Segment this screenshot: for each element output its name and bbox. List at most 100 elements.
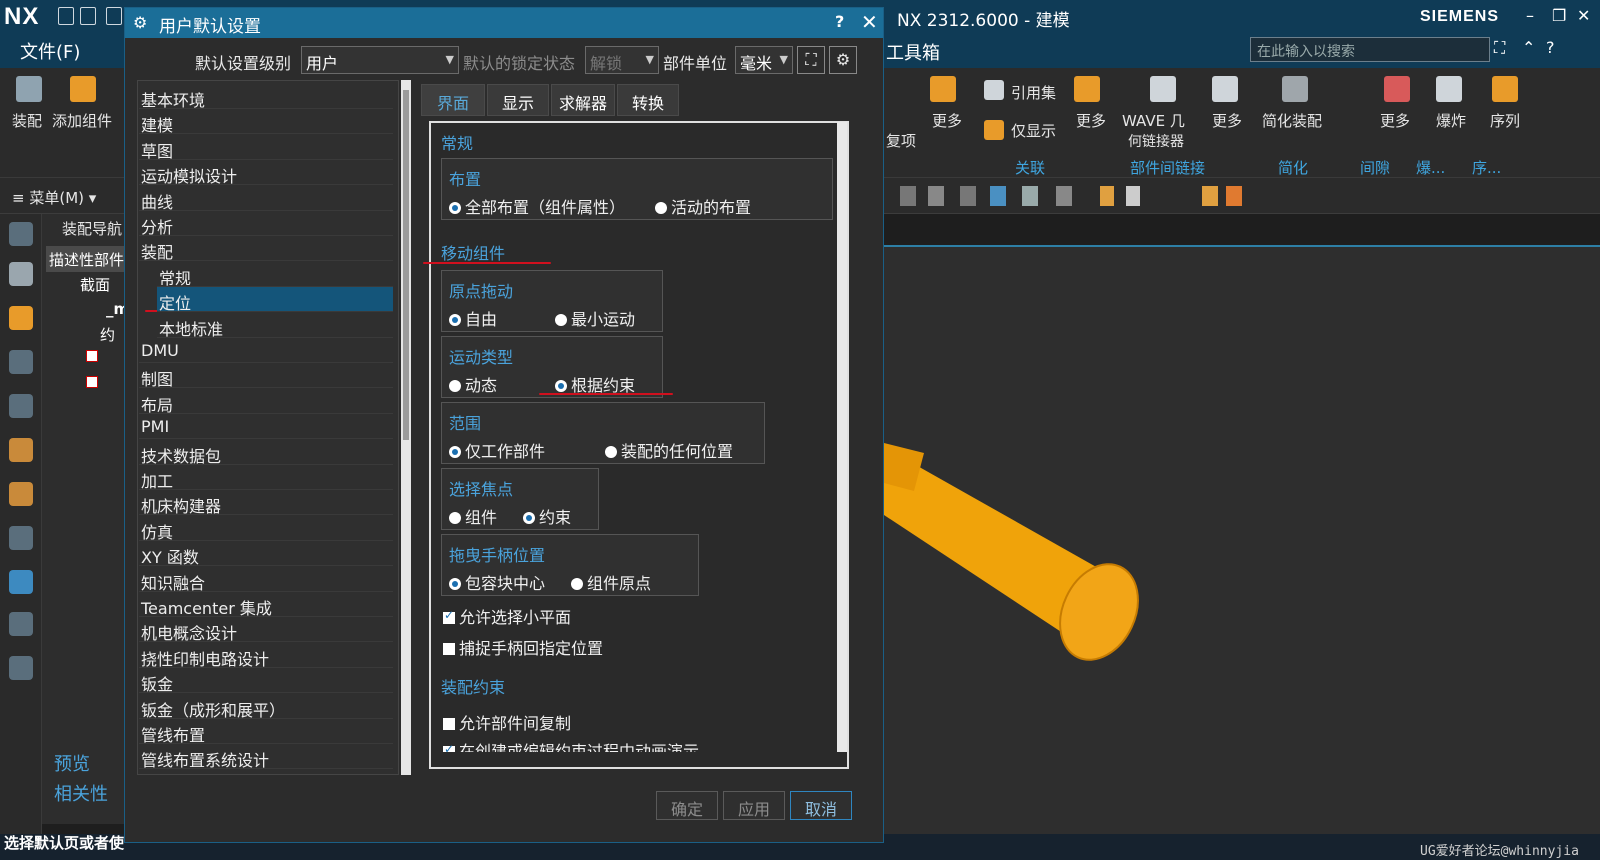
sequence-icon[interactable]: [1492, 76, 1518, 102]
save-icon[interactable]: [106, 7, 122, 25]
layout-active-radio[interactable]: 活动的布置: [655, 194, 751, 218]
simplify-assembly-icon[interactable]: [1282, 76, 1308, 102]
tree-item[interactable]: PMI: [139, 414, 393, 440]
group-simplify[interactable]: 简化: [1278, 157, 1308, 178]
wave-geometry-linker-button[interactable]: WAVE 几: [1122, 110, 1185, 131]
tree-item[interactable]: 机电概念设计: [139, 617, 393, 643]
tree-item[interactable]: 加工: [139, 465, 393, 491]
tree-item[interactable]: 分析: [139, 211, 393, 237]
tab-interface[interactable]: 界面: [421, 84, 485, 116]
ribbon-more-3[interactable]: 更多: [1212, 110, 1242, 131]
ribbon-item-repeat[interactable]: 复项: [886, 130, 916, 151]
minimize-icon[interactable]: –: [1526, 6, 1534, 25]
handle-bbox-center-radio[interactable]: 包容块中心: [449, 570, 545, 594]
nav-section-preview[interactable]: 预览: [54, 750, 90, 776]
tree-item[interactable]: 装配: [139, 236, 393, 262]
assembly-icon[interactable]: [16, 76, 42, 102]
reuse-library-icon[interactable]: [9, 394, 33, 418]
assembly-navigator-icon[interactable]: [9, 262, 33, 286]
history-icon[interactable]: [9, 526, 33, 550]
ribbon-more-2[interactable]: 更多: [1076, 110, 1106, 131]
tree-item[interactable]: 挠性印制电路设计: [139, 643, 393, 669]
view-tools-strip[interactable]: [900, 186, 1140, 206]
group-sequence[interactable]: 序...: [1472, 157, 1501, 178]
clock-icon[interactable]: [9, 612, 33, 636]
ok-button[interactable]: 确定: [656, 791, 718, 820]
close-window-icon[interactable]: ✕: [1577, 6, 1590, 25]
reference-set-icon[interactable]: [984, 80, 1004, 100]
scope-anywhere-radio[interactable]: 装配的任何位置: [605, 438, 733, 462]
simplify-assembly-button[interactable]: 简化装配: [1262, 110, 1322, 131]
roles-icon[interactable]: [9, 656, 33, 680]
tree-item[interactable]: 机床构建器: [139, 490, 393, 516]
cancel-button[interactable]: 取消: [790, 791, 852, 820]
part-navigator-icon[interactable]: [9, 350, 33, 374]
group-explode[interactable]: 爆...: [1416, 157, 1445, 178]
clearance-icon[interactable]: [1384, 76, 1410, 102]
new-file-icon[interactable]: [58, 7, 74, 25]
allow-interpart-copy-checkbox[interactable]: 允许部件间复制: [443, 710, 571, 734]
level-select[interactable]: 用户 ▼: [301, 46, 459, 74]
tree-item[interactable]: 运动模拟设计: [139, 160, 393, 186]
origin-minimal-radio[interactable]: 最小运动: [555, 306, 635, 330]
allow-facet-checkbox[interactable]: 允许选择小平面: [443, 604, 571, 628]
component-checkbox[interactable]: [86, 350, 98, 362]
handle-origin-radio[interactable]: 组件原点: [571, 570, 651, 594]
tree-item[interactable]: DMU: [139, 338, 393, 363]
tree-item[interactable]: 技术数据包: [139, 440, 393, 466]
settings-icon[interactable]: [9, 222, 33, 246]
process-studio-icon[interactable]: [9, 570, 33, 594]
toolbox-tab[interactable]: 工具箱: [886, 39, 940, 65]
hd3d-tools-icon[interactable]: [9, 438, 33, 462]
snap-handle-checkbox[interactable]: 捕捉手柄回指定位置: [443, 635, 603, 659]
tree-item[interactable]: 钣金（成形和展平）: [139, 694, 393, 720]
tab-display[interactable]: 显示: [487, 84, 549, 116]
show-only-icon[interactable]: [984, 120, 1004, 140]
tree-item[interactable]: 管线布置系统设计: [139, 744, 393, 770]
wave-link-icon[interactable]: [1150, 76, 1176, 102]
more-icon[interactable]: [1074, 76, 1100, 102]
search-input[interactable]: 在此输入以搜索: [1250, 37, 1490, 62]
help-icon[interactable]: ?: [1546, 38, 1555, 57]
tree-item[interactable]: 制图: [139, 363, 393, 389]
component-checkbox[interactable]: [86, 376, 98, 388]
tree-scrollbar[interactable]: [401, 80, 411, 775]
tree-item[interactable]: 本地标准: [157, 313, 393, 339]
tree-item[interactable]: 布局: [139, 389, 393, 415]
tree-item[interactable]: Teamcenter 集成: [139, 592, 393, 618]
add-component-button[interactable]: 添加组件: [52, 110, 112, 131]
animate-constraints-checkbox[interactable]: 在创建或编辑约束过程中动画演示: [443, 738, 699, 752]
sequence-button[interactable]: 序列: [1490, 110, 1520, 131]
explode-icon[interactable]: [1436, 76, 1462, 102]
open-file-icon[interactable]: [80, 7, 96, 25]
explode-button[interactable]: 爆炸: [1436, 110, 1466, 131]
tree-item[interactable]: 定位: [157, 287, 393, 313]
motion-dynamic-radio[interactable]: 动态: [449, 372, 497, 396]
file-menu[interactable]: 文件(F): [20, 38, 80, 64]
descriptive-part-column[interactable]: 描述性部件: [46, 246, 124, 272]
tree-item[interactable]: 建模: [139, 109, 393, 135]
fullscreen-icon[interactable]: ⛶: [1494, 38, 1505, 58]
tab-solver[interactable]: 求解器: [551, 84, 615, 116]
constraint-navigator-icon[interactable]: [9, 306, 33, 330]
graphics-viewport[interactable]: [884, 245, 1600, 835]
section-move-component[interactable]: 移动组件: [441, 240, 505, 264]
section-assembly-constraints[interactable]: 装配约束: [441, 674, 505, 698]
tree-item[interactable]: 基本环境: [139, 84, 393, 110]
nav-row-main[interactable]: _m: [62, 300, 129, 322]
web-browser-icon[interactable]: [9, 482, 33, 506]
tree-item[interactable]: 管线布置: [139, 719, 393, 745]
group-association[interactable]: 关联: [1015, 157, 1045, 178]
apply-button[interactable]: 应用: [723, 791, 785, 820]
assembly-button[interactable]: 装配: [12, 110, 42, 131]
ribbon-more-1[interactable]: 更多: [932, 110, 962, 131]
nav-row-constraints[interactable]: 约: [100, 324, 115, 345]
group-clearance[interactable]: 间隙: [1360, 157, 1390, 178]
settings-icon[interactable]: ⚙: [829, 46, 857, 74]
tree-item[interactable]: 钣金: [139, 668, 393, 694]
add-component-icon[interactable]: [70, 76, 96, 102]
scope-work-part-radio[interactable]: 仅工作部件: [449, 438, 545, 462]
nav-section-dependencies[interactable]: 相关性: [54, 780, 124, 806]
origin-free-radio[interactable]: 自由: [449, 306, 497, 330]
tree-item[interactable]: 曲线: [139, 186, 393, 212]
